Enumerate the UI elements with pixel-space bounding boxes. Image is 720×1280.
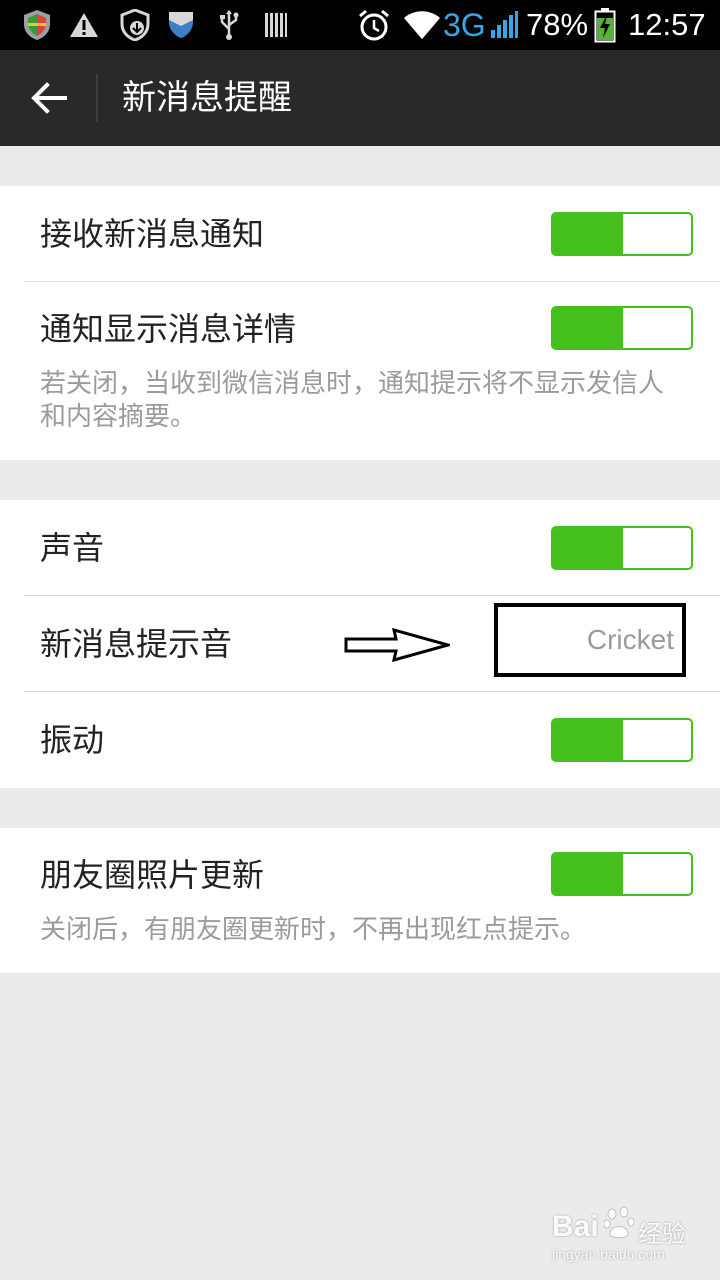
toggle-on-fill [553,214,623,254]
moments-updates-toggle[interactable] [551,852,693,896]
row-show-details[interactable]: 通知显示消息详情 若关闭，当收到微信消息时，通知提示将不显示发信人和内容摘要。 [0,282,720,460]
network-type: 3G [443,7,486,43]
toggle-on-fill [553,720,623,760]
section-notifications: 接收新消息通知 通知显示消息详情 若关闭，当收到微信消息时，通知提示将不显示发信… [0,186,720,460]
sound-toggle[interactable] [551,526,693,570]
ringtone-value-box[interactable]: Cricket [494,603,686,677]
battery-charging-icon [593,0,617,50]
watermark-suffix: 经验 [638,1221,686,1248]
battery-percent: 78% [526,7,589,42]
row-subtitle: 关闭后，有朋友圈更新时，不再出现红点提示。 [40,915,587,945]
row-label: 接收新消息通知 [40,215,265,253]
row-label: 通知显示消息详情 [40,310,297,348]
arrow-right-annotation-icon [344,628,450,662]
row-label: 声音 [40,529,105,567]
signal-icon [488,0,520,50]
back-button[interactable] [20,68,78,128]
status-bar: 3G 78% 12:57 [0,0,720,50]
download-shield-icon [118,0,152,50]
row-moments-updates[interactable]: 朋友圈照片更新 关闭后，有朋友圈更新时，不再出现红点提示。 [0,828,720,973]
toggle-on-fill [553,528,623,568]
shield-icon [20,0,54,50]
ringtone-value: Cricket [586,624,674,655]
baidu-jingyan-watermark: Bai 经验 jingyan.baidu.com [550,1196,690,1270]
row-label: 振动 [40,721,105,759]
usb-icon [216,0,242,50]
paw-icon [604,1206,634,1239]
wifi-icon [402,0,442,50]
receive-notifications-toggle[interactable] [551,212,693,256]
arrow-left-icon [31,82,67,114]
section-moments: 朋友圈照片更新 关闭后，有朋友圈更新时，不再出现红点提示。 [0,828,720,973]
row-sound[interactable]: 声音 [0,500,720,596]
alarm-icon [356,0,392,50]
show-details-toggle[interactable] [551,306,693,350]
clock: 12:57 [628,7,706,42]
row-label: 朋友圈照片更新 [40,856,265,894]
row-ringtone[interactable]: 新消息提示音 Cricket [0,596,720,692]
vibrate-toggle[interactable] [551,718,693,762]
header-divider [96,74,98,122]
action-bar: 新消息提醒 [0,50,720,146]
bookmark-shield-icon [166,0,196,50]
section-sound: 声音 新消息提示音 Cricket 振动 [0,500,720,788]
warning-icon [68,0,100,50]
row-label: 新消息提示音 [40,625,233,663]
page-title: 新消息提醒 [122,78,292,118]
barcode-icon [262,0,290,50]
watermark-url: jingyan.baidu.com [552,1246,665,1262]
toggle-on-fill [553,308,623,348]
watermark-brand: Bai [552,1210,599,1243]
row-subtitle: 若关闭，当收到微信消息时，通知提示将不显示发信人和内容摘要。 [40,369,665,432]
toggle-on-fill [553,854,623,894]
row-receive-notifications[interactable]: 接收新消息通知 [0,186,720,282]
row-vibrate[interactable]: 振动 [0,692,720,788]
